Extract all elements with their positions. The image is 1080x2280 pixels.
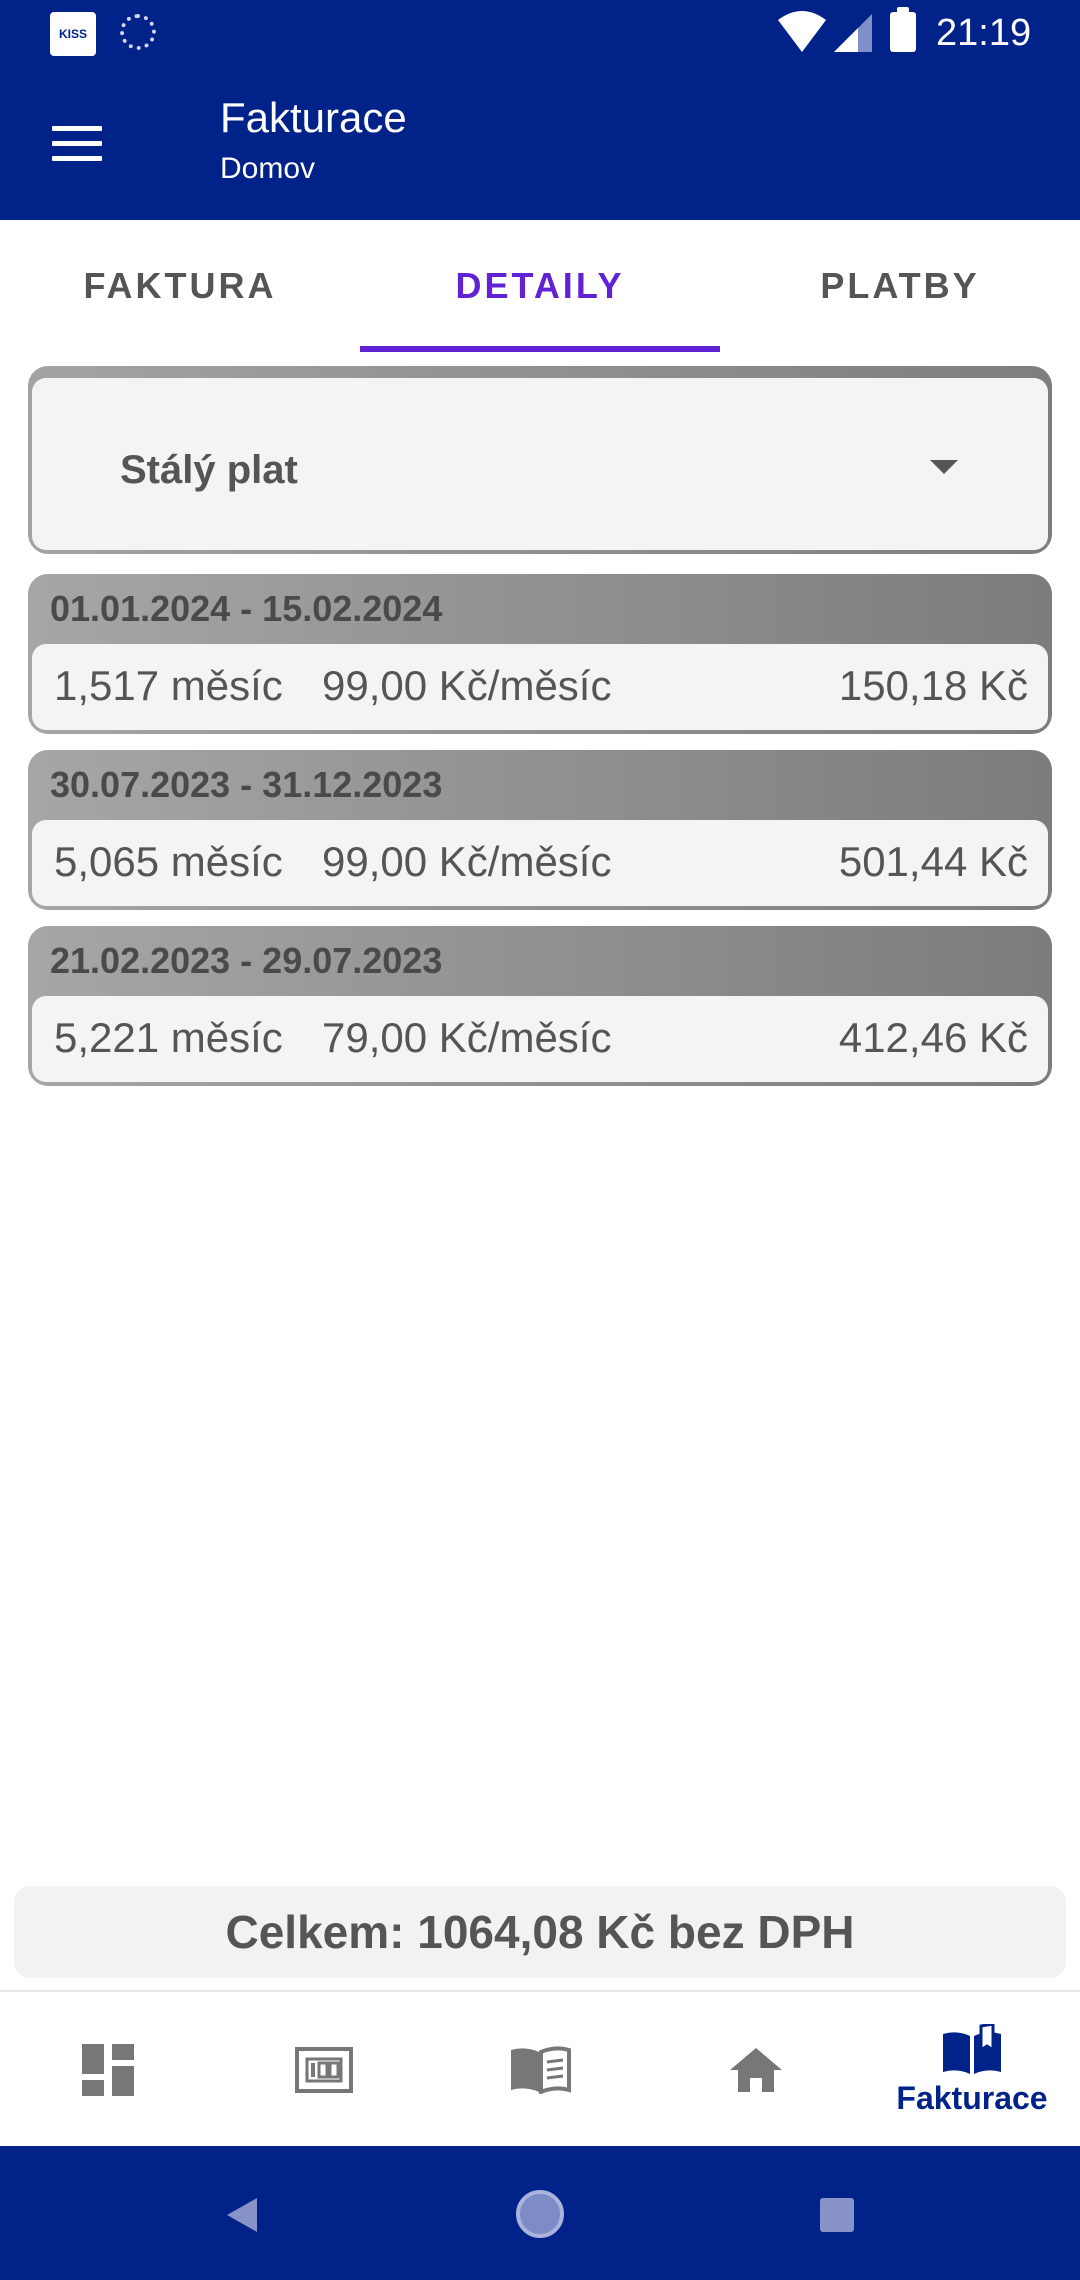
period-details: 1,517 měsíc 99,00 Kč/měsíc 150,18 Kč xyxy=(32,644,1048,730)
period-card: 21.02.2023 - 29.07.2023 5,221 měsíc 79,0… xyxy=(28,926,1052,1086)
home-icon xyxy=(730,2048,782,2092)
period-amount: 501,44 Kč xyxy=(838,838,1028,885)
period-details: 5,221 měsíc 79,00 Kč/měsíc 412,46 Kč xyxy=(32,996,1048,1082)
kiss-app-icon: KISS xyxy=(50,12,96,56)
nav-readings[interactable] xyxy=(432,1992,648,2148)
caret-down-icon xyxy=(930,460,958,474)
period-rate: 79,00 Kč/měsíc xyxy=(322,1014,612,1061)
period-range: 30.07.2023 - 31.12.2023 xyxy=(50,764,443,805)
period-card: 30.07.2023 - 31.12.2023 5,065 měsíc 99,0… xyxy=(28,750,1052,910)
page-title: Fakturace xyxy=(220,94,407,141)
period-details: 5,065 měsíc 99,00 Kč/měsíc 501,44 Kč xyxy=(32,820,1048,906)
status-bar: KISS 21:19 xyxy=(0,0,1080,66)
system-navigation-bar xyxy=(0,2146,1080,2280)
period-months: 5,221 měsíc xyxy=(54,1014,283,1061)
app-bar: Fakturace Domov xyxy=(0,66,1080,220)
active-tab-indicator xyxy=(360,346,720,352)
period-range: 01.01.2024 - 15.02.2024 xyxy=(50,588,443,629)
dropdown-field[interactable]: Stálý plat xyxy=(32,378,1048,550)
status-time: 21:19 xyxy=(936,12,1032,54)
tab-detaily[interactable]: DETAILY xyxy=(360,220,720,352)
period-months: 5,065 měsíc xyxy=(54,838,283,885)
nav-dashboard[interactable] xyxy=(0,1992,216,2148)
home-button-icon[interactable] xyxy=(516,2190,564,2238)
period-card: 01.01.2024 - 15.02.2024 1,517 měsíc 99,0… xyxy=(28,574,1052,734)
nav-meter[interactable] xyxy=(216,1992,432,2148)
period-amount: 412,46 Kč xyxy=(838,1014,1028,1061)
open-book-icon xyxy=(943,2023,1001,2074)
bottom-navigation: Fakturace xyxy=(0,1990,1080,2146)
recent-apps-icon[interactable] xyxy=(820,2198,854,2232)
period-range: 21.02.2023 - 29.07.2023 xyxy=(50,940,443,981)
book-list-icon xyxy=(511,2046,571,2094)
hamburger-menu-icon[interactable] xyxy=(40,110,114,176)
period-rate: 99,00 Kč/měsíc xyxy=(322,662,612,709)
period-amount: 150,18 Kč xyxy=(838,662,1028,709)
nav-fakturace[interactable]: Fakturace xyxy=(864,1992,1080,2148)
back-icon[interactable] xyxy=(225,2196,259,2234)
period-months: 1,517 měsíc xyxy=(54,662,283,709)
nav-home[interactable] xyxy=(648,1992,864,2148)
total-summary: Celkem: 1064,08 Kč bez DPH xyxy=(14,1886,1066,1978)
tab-faktura[interactable]: FAKTURA xyxy=(0,220,360,352)
meter-icon xyxy=(295,2047,353,2093)
dropdown-selected-value: Stálý plat xyxy=(120,448,298,492)
tariff-dropdown[interactable]: Stálý plat xyxy=(28,366,1052,554)
dashboard-icon xyxy=(82,2044,134,2096)
period-rate: 99,00 Kč/měsíc xyxy=(322,838,612,885)
signal-icon xyxy=(834,14,872,52)
nav-label-fakturace: Fakturace xyxy=(896,2079,1048,2116)
wifi-icon xyxy=(778,11,826,52)
tab-platby[interactable]: PLATBY xyxy=(720,220,1080,352)
sync-icon xyxy=(120,14,156,50)
page-subtitle: Domov xyxy=(220,152,316,185)
tab-bar: FAKTURA DETAILY PLATBY xyxy=(0,220,1080,352)
battery-icon xyxy=(890,7,916,52)
